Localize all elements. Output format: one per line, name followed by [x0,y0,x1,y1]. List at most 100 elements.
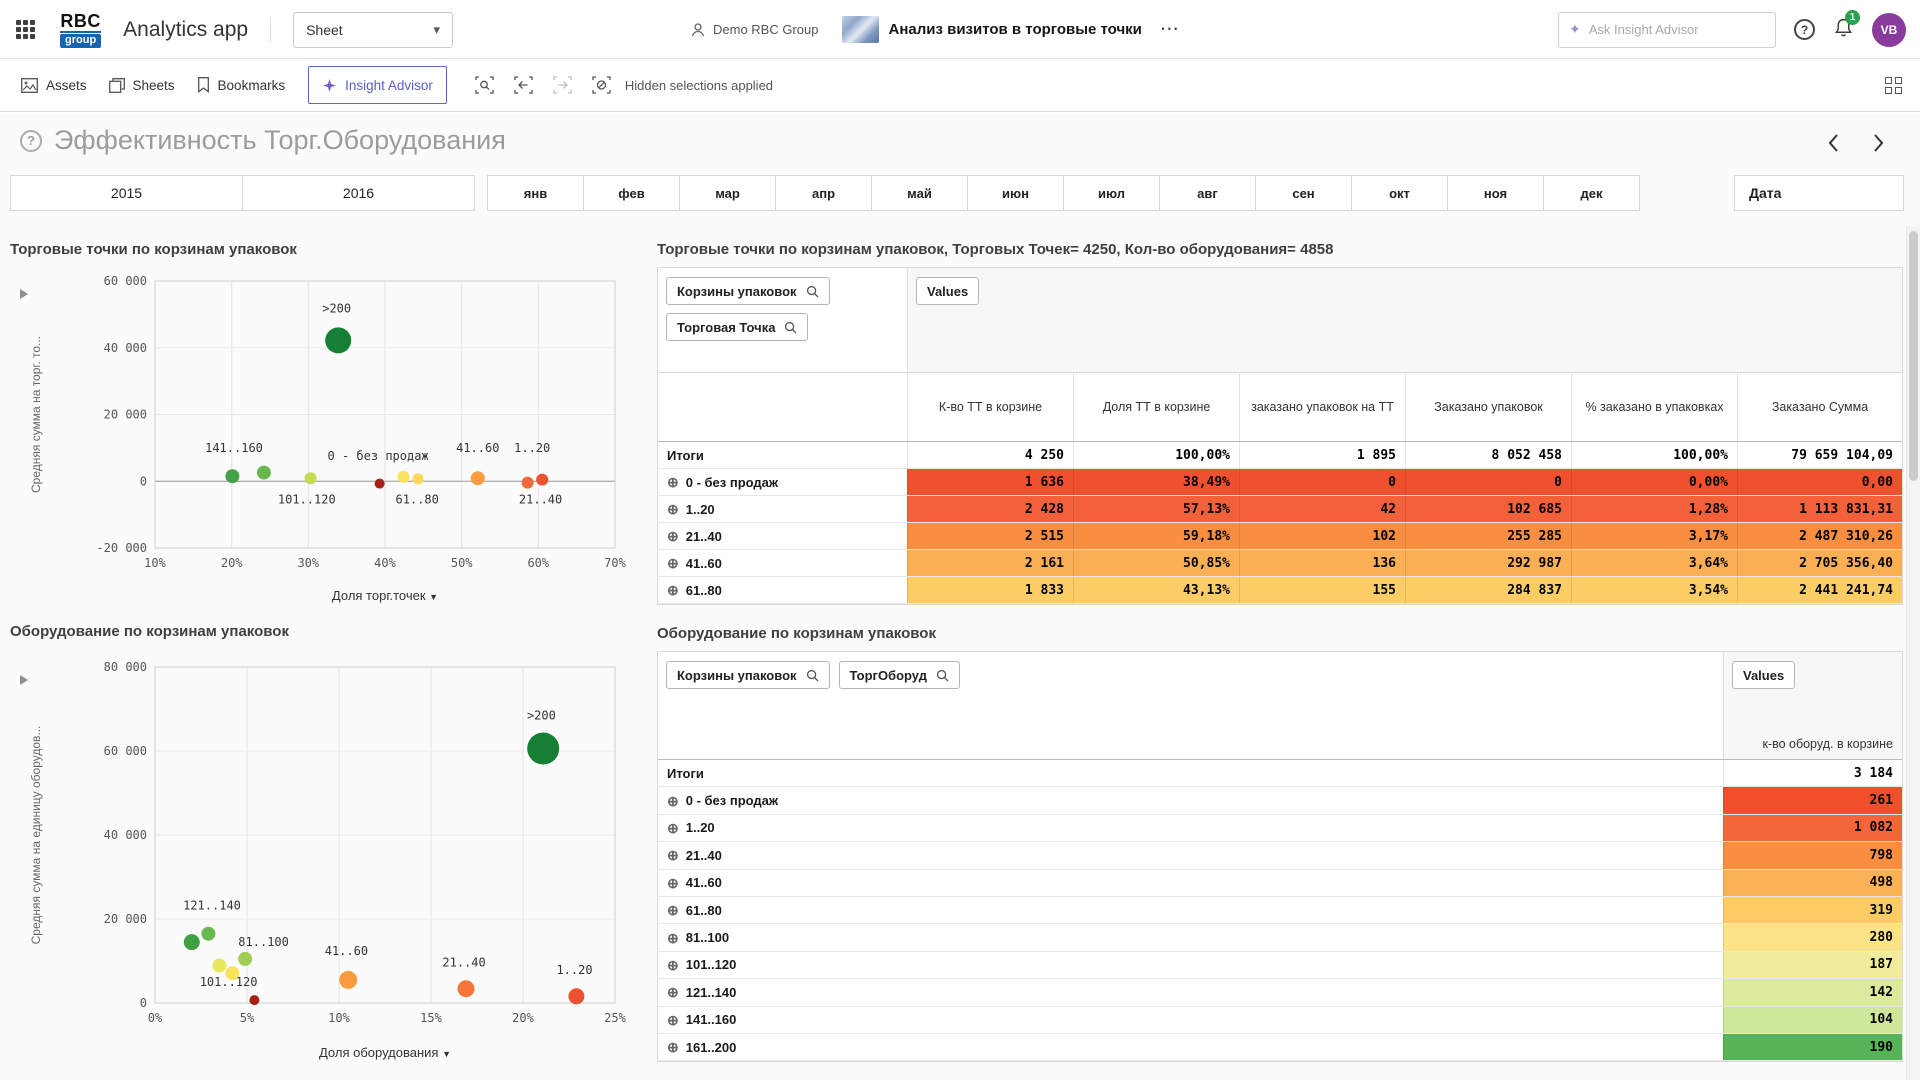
pivot-cell[interactable]: 43,13% [1073,577,1239,603]
tab-assets[interactable]: Assets [10,59,98,112]
scatter-chart-trade-points[interactable]: -20 000020 00040 00060 00010%20%30%40%50… [10,267,635,612]
pivot-cell[interactable]: 498 [1723,870,1902,896]
filter-month-окт[interactable]: окт [1351,175,1448,211]
pivot-cell[interactable]: 4 250 [907,442,1073,468]
scatter-point[interactable] [212,959,226,973]
next-sheet-button[interactable] [1871,131,1886,155]
pivot-cell[interactable]: 8 052 458 [1405,442,1571,468]
expand-row-icon[interactable]: ⊕ [667,556,679,570]
pivot-cell[interactable]: 57,13% [1073,496,1239,522]
expand-panel-icon[interactable] [20,289,28,299]
expand-row-icon[interactable]: ⊕ [667,502,679,516]
filter-month-июл[interactable]: июл [1063,175,1160,211]
scatter-point[interactable] [397,471,409,483]
row-label[interactable]: ⊕41..60 [658,870,1723,896]
row-label[interactable]: ⊕41..60 [658,550,907,576]
pivot-cell[interactable]: 2 441 241,74 [1737,577,1902,603]
user-avatar[interactable]: VB [1872,13,1906,47]
dimension-chip[interactable]: ТоргОборуд [839,661,960,689]
pivot-cell[interactable]: 255 285 [1405,523,1571,549]
tab-bookmarks[interactable]: Bookmarks [186,59,297,112]
scatter-point[interactable] [238,952,252,966]
scatter-chart-equipment[interactable]: 020 00040 00060 00080 0000%5%10%15%20%25… [10,649,635,1069]
row-label[interactable]: ⊕0 - без продаж [658,787,1723,813]
column-header[interactable]: К-во ТТ в корзине [907,373,1073,441]
pivot-cell[interactable]: 284 837 [1405,577,1571,603]
row-label[interactable]: ⊕81..100 [658,924,1723,950]
scatter-point[interactable] [325,327,351,353]
pivot-cell[interactable]: 3 184 [1723,760,1902,786]
pivot-cell[interactable]: 100,00% [1073,442,1239,468]
filter-month-дек[interactable]: дек [1543,175,1640,211]
scrollbar-thumb[interactable] [1909,231,1918,481]
row-label[interactable]: ⊕161..200 [658,1034,1723,1060]
pivot-cell[interactable]: 38,49% [1073,469,1239,495]
workspace-button[interactable]: Demo RBC Group [690,22,818,38]
pivot-cell[interactable]: 319 [1723,897,1902,923]
column-header[interactable]: Доля ТТ в корзине [1073,373,1239,441]
scatter-point[interactable] [568,988,584,1004]
x-axis-title[interactable]: Доля оборудования ▼ [319,1045,451,1060]
pivot-cell[interactable]: 79 659 104,09 [1737,442,1902,468]
pivot-cell[interactable]: 261 [1723,787,1902,813]
pivot-cell[interactable]: 1 082 [1723,815,1902,841]
expand-row-icon[interactable]: ⊕ [667,583,679,597]
pivot-cell[interactable]: 2 705 356,40 [1737,550,1902,576]
pivot-cell[interactable]: 155 [1239,577,1405,603]
column-header[interactable]: заказано упаковок на ТТ [1239,373,1405,441]
pivot-cell[interactable]: 0 [1239,469,1405,495]
expand-row-icon[interactable]: ⊕ [667,876,679,890]
page-scrollbar[interactable] [1906,226,1920,1080]
pivot-cell[interactable]: 2 487 310,26 [1737,523,1902,549]
row-label[interactable]: ⊕21..40 [658,842,1723,868]
pivot-cell[interactable]: 50,85% [1073,550,1239,576]
pivot-cell[interactable]: 798 [1723,842,1902,868]
row-label[interactable]: ⊕121..140 [658,979,1723,1005]
expand-row-icon[interactable]: ⊕ [667,1040,679,1054]
dimension-chip[interactable]: Торговая Точка [666,313,808,341]
expand-row-icon[interactable]: ⊕ [667,958,679,972]
app-launcher-icon[interactable] [16,20,36,40]
more-options-button[interactable]: ⋯ [1160,18,1181,41]
scatter-point[interactable] [413,473,424,484]
scatter-point[interactable] [201,927,215,941]
pivot-cell[interactable]: 142 [1723,979,1902,1005]
expand-row-icon[interactable]: ⊕ [667,821,679,835]
scatter-point[interactable] [375,479,385,489]
pivot-cell[interactable]: 190 [1723,1034,1902,1060]
tab-sheets[interactable]: Sheets [98,59,186,112]
scatter-point[interactable] [527,733,559,765]
row-label[interactable]: ⊕61..80 [658,577,907,603]
expand-row-icon[interactable]: ⊕ [667,794,679,808]
scatter-point[interactable] [225,469,239,483]
pivot-cell[interactable]: 2 515 [907,523,1073,549]
filter-month-янв[interactable]: янв [487,175,584,211]
sheet-selector-dropdown[interactable]: Sheet ▾ [293,12,453,48]
expand-row-icon[interactable]: ⊕ [667,475,679,489]
expand-row-icon[interactable]: ⊕ [667,1013,679,1027]
sheet-layout-icon[interactable] [1885,77,1902,94]
pivot-cell[interactable]: 280 [1723,924,1902,950]
pivot-cell[interactable]: 1 113 831,31 [1737,496,1902,522]
smart-search-icon[interactable] [475,76,494,94]
row-label[interactable]: ⊕141..160 [658,1007,1723,1033]
scatter-point[interactable] [184,934,200,950]
filter-year-2015[interactable]: 2015 [10,175,243,211]
row-label[interactable]: Итоги [658,442,907,468]
dimension-chip[interactable]: Корзины упаковок [666,661,830,689]
scatter-point[interactable] [249,995,259,1005]
pivot-cell[interactable]: 292 987 [1405,550,1571,576]
filter-date-field[interactable]: Дата [1734,175,1904,211]
insight-advisor-search[interactable]: ✦ [1558,12,1776,48]
pivot-cell[interactable]: 0,00 [1737,469,1902,495]
previous-sheet-button[interactable] [1826,131,1841,155]
pivot-cell[interactable]: 3,54% [1571,577,1737,603]
pivot-cell[interactable]: 0,00% [1571,469,1737,495]
row-label[interactable]: ⊕1..20 [658,496,907,522]
filter-month-апр[interactable]: апр [775,175,872,211]
filter-month-авг[interactable]: авг [1159,175,1256,211]
search-input[interactable] [1589,22,1765,37]
values-chip[interactable]: Values [916,277,979,305]
scatter-point[interactable] [522,477,534,489]
row-label[interactable]: Итоги [658,760,1723,786]
